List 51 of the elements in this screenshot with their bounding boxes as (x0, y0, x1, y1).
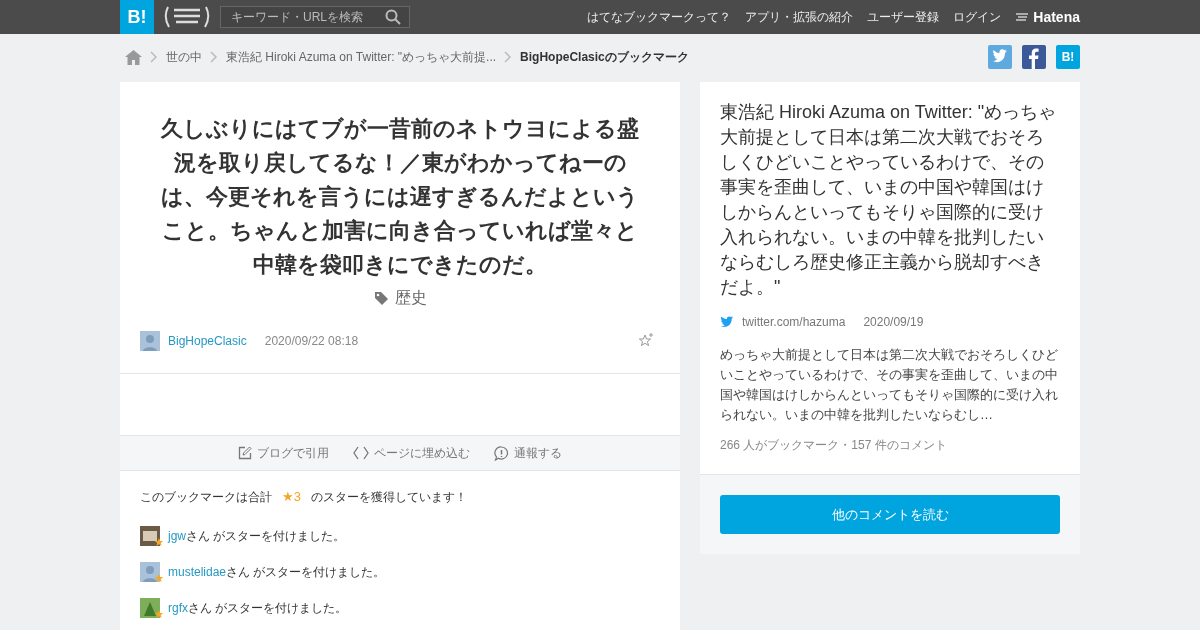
nav-link[interactable]: ユーザー登録 (867, 8, 940, 26)
brand-logo[interactable]: Hatena (1015, 9, 1080, 25)
twitter-share-icon[interactable] (988, 45, 1012, 69)
chevron-icon (504, 51, 513, 63)
stars-summary-text: このブックマークは合計 (140, 489, 272, 506)
entry-date: 2020/09/19 (863, 315, 924, 329)
star-avatar-icon (140, 526, 164, 548)
alert-bubble-icon (494, 445, 509, 461)
chevron-icon (210, 51, 218, 63)
star-giver-text: jgwさん がスターを付けました。 (168, 528, 346, 545)
bookmark-share-button[interactable]: B! (1056, 45, 1080, 69)
bookmark-counts: 266 人がブックマーク・157 件のコメント (720, 437, 948, 454)
read-comments-button[interactable]: 他のコメントを読む (720, 495, 1060, 534)
facebook-share-icon[interactable] (1022, 45, 1046, 69)
nav-link[interactable]: ログイン (953, 8, 1002, 26)
star-giver-text: rgfxさん がスターを付けました。 (168, 600, 348, 617)
bird-icon (720, 316, 734, 328)
edit-icon (238, 446, 252, 460)
bookmark-comment: 久しぶりにはてブが一昔前のネトウヨによる盛況を取り戻してるな！／東がわかってねーのは、今更それを言うには遅すぎるんだよということ。ちゃんと加害に向き合っていれば堂々と中韓を袋叩きにできたのだ。 (160, 115, 640, 279)
breadcrumb-link[interactable]: 東浩紀 Hiroki Azuma on Twitter: "めっちゃ大前提... (226, 48, 497, 66)
avatar-icon (140, 331, 160, 351)
entry-title[interactable]: 東浩紀 Hiroki Azuma on Twitter: "めっちゃ大前提として日本は第二次大戦でおそろしくひどいことやっているわけで、その事実を歪曲して、いまの中国や韓国はけしからんといってもそりゃ国際的に受け入れられない。いまの中韓を批判したいならむしろ歴史修正主義から脱却すべきだよ。" (720, 100, 1060, 300)
search-field[interactable]: キーワード・URLを検索 (220, 6, 410, 28)
action-link[interactable]: 通報する (494, 444, 562, 462)
star-avatar-icon (140, 562, 164, 584)
brand-name: Hatena (1033, 9, 1080, 25)
search-icon[interactable] (385, 9, 401, 25)
user-link[interactable]: mustelidae (168, 565, 227, 579)
breadcrumb-link[interactable]: 世の中 (166, 48, 202, 66)
action-link[interactable]: ブログで引用 (238, 444, 329, 462)
user-link[interactable]: rgfx (168, 601, 188, 615)
nav-link[interactable]: アプリ・拡張の紹介 (745, 8, 854, 26)
star-giver-text: mustelidaeさん がスターを付けました。 (168, 564, 386, 581)
logo[interactable]: B! (120, 0, 154, 34)
action-link[interactable]: ページに埋め込む (353, 444, 470, 462)
star-avatar-icon (140, 598, 164, 620)
entry-summary: めっちゃ大前提として日本は第二次大戦でおそろしくひどいことやっているわけで、その事実を歪曲して、いまの中国や韓国はけしからんといってもそりゃ国際的に受け入れられない。いまの中韓を批判したいならむし… (720, 346, 1059, 424)
user-link[interactable]: jgw (168, 529, 186, 543)
nav-link[interactable]: はてなブックマークって？ (587, 8, 732, 26)
stars-summary-text: のスターを獲得しています！ (310, 489, 467, 506)
domain-link[interactable]: twitter.com/hazuma (742, 315, 846, 329)
code-icon (353, 446, 369, 460)
breadcrumb-link[interactable]: BigHopeClasicのブックマーク (520, 48, 689, 66)
tag-icon (373, 291, 389, 306)
star-count: ★3 (282, 489, 301, 506)
chevron-icon (150, 51, 158, 63)
bookmark-time: 2020/09/22 08:18 (264, 334, 359, 348)
home-icon[interactable] (125, 49, 142, 65)
tag-link[interactable]: 歴史 (394, 288, 427, 309)
user-link[interactable]: BigHopeClasic (168, 334, 247, 348)
add-star-icon[interactable] (638, 333, 654, 349)
